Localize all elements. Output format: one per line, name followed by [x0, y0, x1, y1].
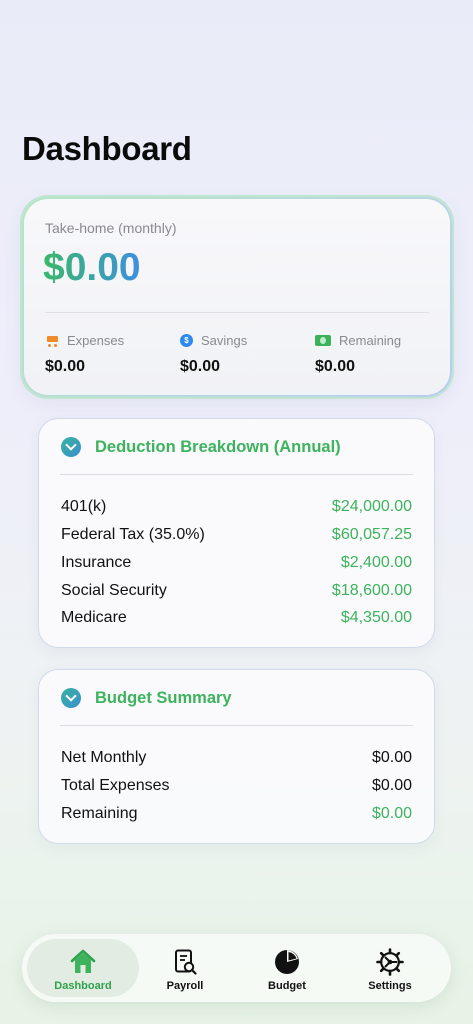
chevron-down-icon [61, 688, 81, 708]
row-value: $60,057.25 [331, 526, 412, 543]
tab-settings[interactable]: Settings [334, 939, 446, 997]
row-value: $4,350.00 [340, 609, 412, 626]
row-value: $0.00 [371, 749, 412, 766]
budget-summary-title: Budget Summary [95, 688, 232, 707]
budget-summary-card: Budget Summary Net Monthly $0.00 Total E… [38, 669, 435, 844]
list-item: Remaining $0.00 [61, 805, 412, 823]
tab-budget-label: Budget [268, 980, 306, 992]
take-home-card: Take-home (monthly) $0.00 Expenses $0.00… [22, 197, 452, 397]
gear-icon [376, 948, 404, 976]
row-value: $24,000.00 [331, 498, 412, 515]
row-label: Medicare [61, 609, 127, 626]
row-value: $18,600.00 [331, 582, 412, 599]
expenses-stat: Expenses $0.00 [45, 333, 124, 376]
banknote-icon [315, 335, 331, 346]
row-label: Remaining [61, 805, 138, 822]
row-label: Total Expenses [61, 777, 170, 794]
row-value: $0.00 [371, 805, 412, 822]
tab-settings-label: Settings [368, 980, 412, 992]
list-item: Insurance $2,400.00 [61, 554, 412, 572]
savings-stat: $ Savings $0.00 [180, 333, 247, 376]
remaining-stat: Remaining $0.00 [315, 333, 401, 376]
expenses-value: $0.00 [45, 358, 86, 375]
savings-value: $0.00 [180, 358, 221, 375]
budget-summary-toggle[interactable]: Budget Summary [61, 688, 232, 708]
take-home-label: Take-home (monthly) [45, 220, 177, 236]
tab-dashboard-label: Dashboard [54, 980, 112, 992]
remaining-value: $0.00 [315, 358, 356, 375]
row-label: Insurance [61, 554, 132, 571]
row-label: 401(k) [61, 498, 107, 515]
row-value: $2,400.00 [340, 554, 412, 571]
list-item: Net Monthly $0.00 [61, 749, 412, 767]
deduction-breakdown-title: Deduction Breakdown (Annual) [95, 437, 341, 456]
divider [60, 474, 413, 475]
row-label: Federal Tax (35.0%) [61, 526, 205, 543]
page-title: Dashboard [22, 130, 192, 167]
document-search-icon [175, 949, 197, 975]
tab-dashboard[interactable]: Dashboard [27, 939, 139, 997]
deduction-breakdown-toggle[interactable]: Deduction Breakdown (Annual) [61, 437, 341, 457]
tab-bar: Dashboard Payroll Budget Settings [22, 934, 451, 1002]
chevron-down-icon [61, 437, 81, 457]
cart-icon [45, 335, 59, 347]
savings-label: Savings [201, 333, 248, 348]
deduction-breakdown-card: Deduction Breakdown (Annual) 401(k) $24,… [38, 418, 435, 648]
divider [60, 725, 413, 726]
tab-budget[interactable]: Budget [231, 939, 343, 997]
list-item: Total Expenses $0.00 [61, 777, 412, 795]
divider [45, 312, 429, 313]
take-home-amount: $0.00 [43, 246, 141, 289]
tab-payroll[interactable]: Payroll [129, 939, 241, 997]
list-item: Medicare $4,350.00 [61, 609, 412, 627]
tab-payroll-label: Payroll [166, 980, 204, 992]
house-icon [70, 949, 96, 973]
dollar-coin-icon: $ [180, 334, 193, 347]
row-label: Social Security [61, 582, 167, 599]
list-item: 401(k) $24,000.00 [61, 498, 412, 516]
expenses-label: Expenses [67, 333, 125, 348]
list-item: Social Security $18,600.00 [61, 582, 412, 600]
remaining-label: Remaining [339, 333, 402, 348]
pie-chart-icon [275, 950, 299, 974]
row-value: $0.00 [371, 777, 412, 794]
row-label: Net Monthly [61, 749, 147, 766]
list-item: Federal Tax (35.0%) $60,057.25 [61, 526, 412, 544]
